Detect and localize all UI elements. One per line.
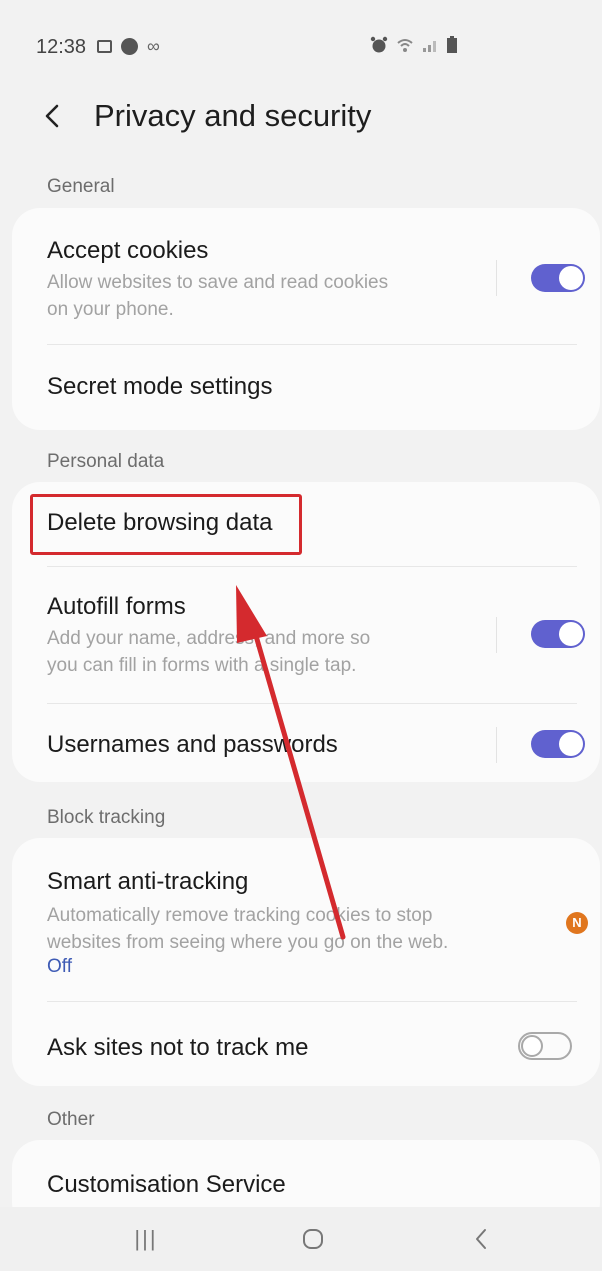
- alarm-icon: [370, 36, 388, 53]
- section-personal-data: Personal data: [47, 451, 165, 472]
- highlight-box: [30, 494, 302, 555]
- ask-not-track-title: Ask sites not to track me: [47, 1034, 309, 1061]
- navigation-bar: |||: [0, 1207, 602, 1271]
- general-card: Accept cookies Allow websites to save an…: [12, 208, 600, 430]
- status-left-icons: ∞: [97, 36, 160, 56]
- circle-app-icon: [121, 37, 138, 55]
- recents-icon: |||: [134, 1226, 158, 1251]
- home-icon: [303, 1229, 323, 1249]
- secret-mode-row[interactable]: Secret mode settings: [12, 345, 600, 430]
- separator: [496, 260, 497, 296]
- page-title: Privacy and security: [94, 98, 372, 133]
- toggle-knob: [521, 1035, 543, 1057]
- smart-anti-tracking-subtitle-2: websites from seeing where you go on the…: [47, 932, 449, 953]
- status-time: 12:38: [36, 36, 87, 58]
- autofill-subtitle-2: you can fill in forms with a single tap.: [47, 655, 357, 676]
- gallery-icon: [97, 39, 112, 53]
- accept-cookies-toggle[interactable]: [531, 264, 585, 292]
- ask-not-track-row[interactable]: Ask sites not to track me: [12, 1002, 600, 1086]
- section-other: Other: [47, 1109, 95, 1130]
- screen: 12:38 ∞ Privacy and security General Acc…: [0, 0, 602, 1271]
- accept-cookies-title: Accept cookies: [47, 237, 209, 264]
- nav-back-icon: [476, 1229, 486, 1249]
- toggle-knob: [559, 732, 583, 756]
- back-button[interactable]: [30, 94, 74, 138]
- header: Privacy and security: [0, 80, 602, 150]
- signal-icon: [423, 41, 436, 52]
- ask-not-track-toggle[interactable]: [518, 1032, 572, 1060]
- wifi-icon: [397, 39, 413, 52]
- accept-cookies-subtitle-2: on your phone.: [47, 299, 174, 320]
- toggle-knob: [559, 266, 583, 290]
- block-tracking-card: Smart anti-tracking Automatically remove…: [12, 838, 600, 1086]
- home-button[interactable]: [288, 1219, 338, 1259]
- new-badge: N: [566, 912, 588, 934]
- autofill-subtitle-1: Add your name, address, and more so: [47, 628, 371, 649]
- smart-anti-tracking-status: Off: [47, 956, 72, 977]
- status-bar: 12:38 ∞: [0, 0, 602, 80]
- recents-button[interactable]: |||: [121, 1219, 171, 1259]
- customisation-title: Customisation Service: [47, 1171, 286, 1198]
- status-right-icons: [370, 36, 458, 54]
- nav-back-button[interactable]: [456, 1219, 506, 1259]
- smart-anti-tracking-title: Smart anti-tracking: [47, 868, 249, 895]
- battery-icon: [447, 36, 457, 53]
- autofill-toggle[interactable]: [531, 620, 585, 648]
- toggle-knob: [559, 622, 583, 646]
- separator: [496, 617, 497, 653]
- section-general: General: [47, 176, 115, 197]
- autofill-row[interactable]: Autofill forms Add your name, address, a…: [12, 567, 600, 703]
- link-icon: ∞: [147, 36, 160, 56]
- accept-cookies-subtitle-1: Allow websites to save and read cookies: [47, 272, 389, 293]
- smart-anti-tracking-subtitle-1: Automatically remove tracking cookies to…: [47, 905, 433, 926]
- separator: [496, 727, 497, 763]
- secret-mode-title: Secret mode settings: [47, 373, 273, 400]
- usernames-toggle[interactable]: [531, 730, 585, 758]
- usernames-title: Usernames and passwords: [47, 731, 338, 758]
- section-block-tracking: Block tracking: [47, 807, 166, 828]
- back-arrow-icon: [45, 104, 59, 128]
- usernames-row[interactable]: Usernames and passwords: [12, 704, 600, 782]
- autofill-title: Autofill forms: [47, 593, 186, 620]
- smart-anti-tracking-row[interactable]: Smart anti-tracking Automatically remove…: [12, 838, 600, 1000]
- accept-cookies-row[interactable]: Accept cookies Allow websites to save an…: [12, 208, 600, 344]
